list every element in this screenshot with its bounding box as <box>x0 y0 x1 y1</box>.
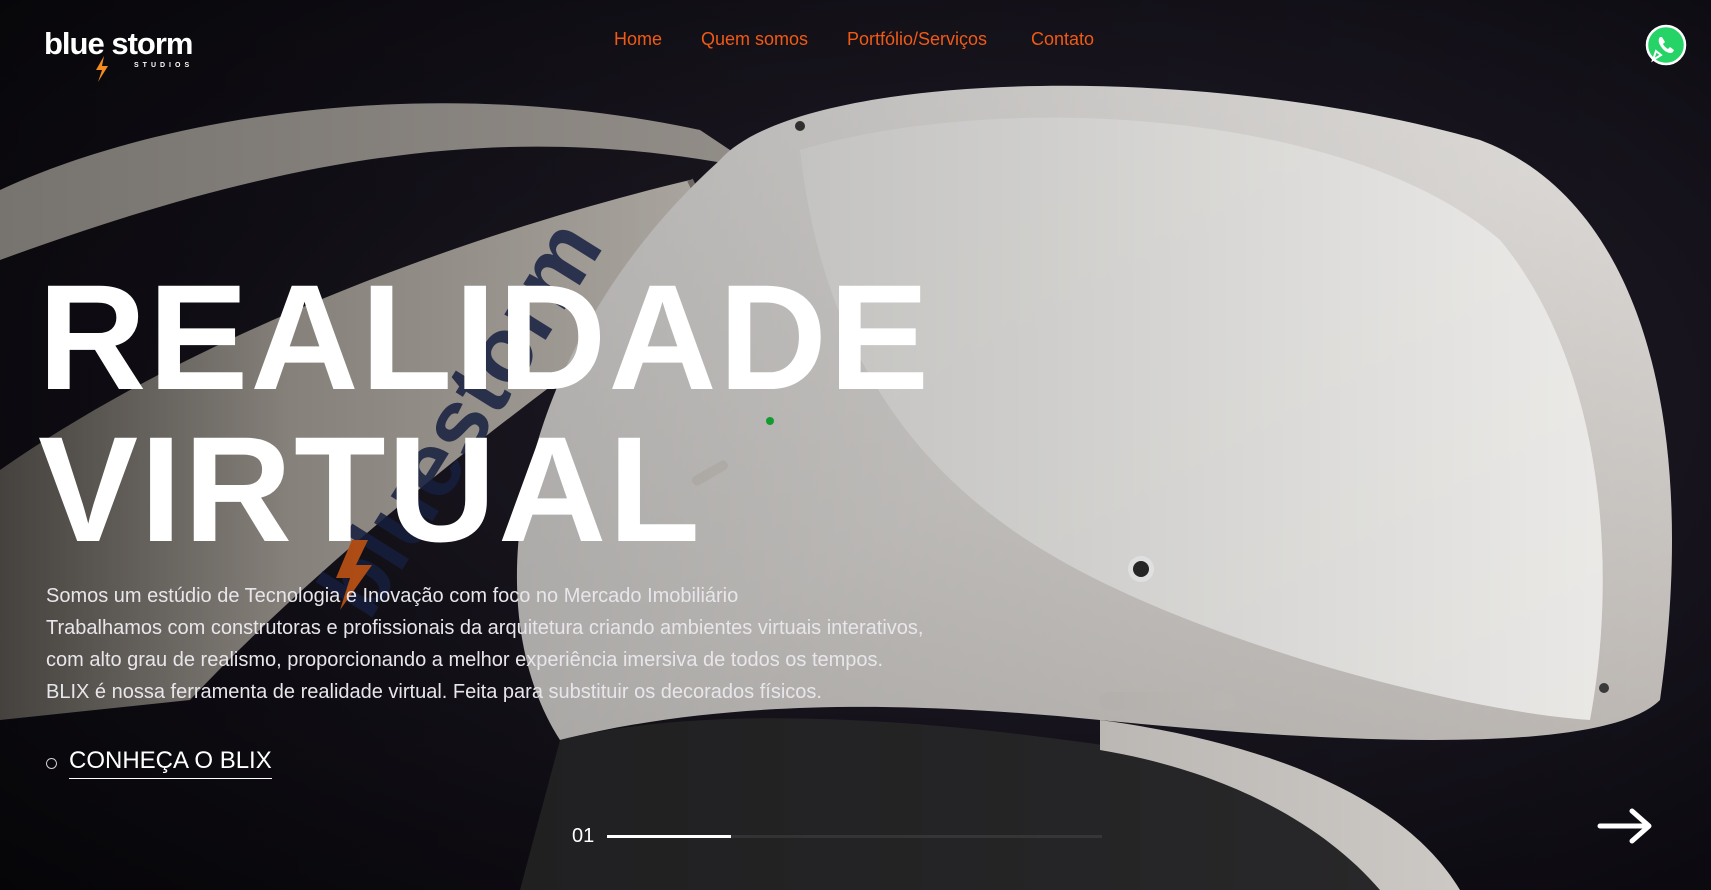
hero-description: Somos um estúdio de Tecnologia e Inovaçã… <box>46 580 1006 708</box>
slide-progress-track[interactable] <box>607 835 1102 838</box>
nav-item-home[interactable]: Home <box>614 26 662 52</box>
main-nav: Home Quem somos Portfólio/Serviços Conta… <box>0 26 1711 52</box>
cta-label[interactable]: CONHEÇA O BLIX <box>69 746 272 779</box>
lightning-bolt-icon <box>96 56 108 82</box>
site-header: blue storm STUDIOS Home Quem somos Portf… <box>0 0 1711 90</box>
bullet-icon <box>46 758 57 769</box>
arrow-right-icon[interactable] <box>1596 806 1656 846</box>
nav-item-portfolio[interactable]: Portfólio/Serviços <box>847 26 987 52</box>
nav-item-quem-somos[interactable]: Quem somos <box>701 26 808 52</box>
headline-line-2: VIRTUAL <box>38 405 702 573</box>
slide-progress-fill <box>607 835 731 838</box>
nav-item-contato[interactable]: Contato <box>1031 26 1094 52</box>
headline-line-1: REALIDADE <box>38 253 932 421</box>
description-line: Trabalhamos com construtoras e profissio… <box>46 617 924 639</box>
whatsapp-icon[interactable] <box>1645 24 1687 66</box>
slide-number: 01 <box>572 825 595 847</box>
hero-headline: REALIDADE VIRTUAL <box>38 262 931 566</box>
logo-subtitle: STUDIOS <box>134 62 194 69</box>
slider-indicator: 01 <box>572 823 1102 849</box>
description-line: BLIX é nossa ferramenta de realidade vir… <box>46 681 822 703</box>
description-line: Somos um estúdio de Tecnologia e Inovaçã… <box>46 585 739 607</box>
description-line: com alto grau de realismo, proporcionand… <box>46 649 884 671</box>
